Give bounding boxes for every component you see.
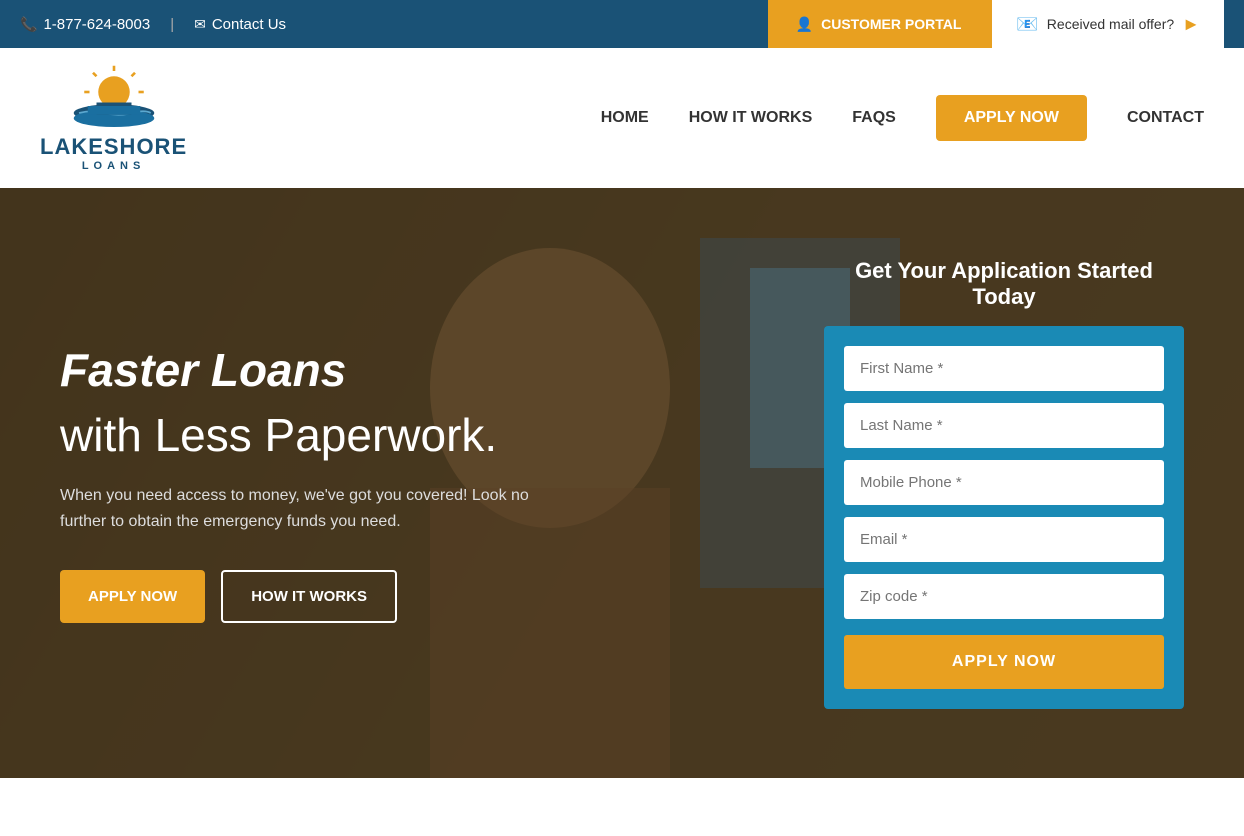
zip-code-input[interactable] <box>844 574 1164 619</box>
application-form: APPLY NOW <box>824 326 1184 709</box>
last-name-input[interactable] <box>844 403 1164 448</box>
top-bar-right: CUSTOMER PORTAL Received mail offer? ► <box>768 0 1224 48</box>
logo-title: LAKESHORE <box>40 134 187 160</box>
phone-number: 1-877-624-8003 <box>43 16 150 33</box>
arrow-icon: ► <box>1182 14 1200 35</box>
first-name-input[interactable] <box>844 346 1164 391</box>
top-bar-left: 1-877-624-8003 | Contact Us <box>20 16 286 33</box>
nav-contact[interactable]: CONTACT <box>1127 109 1204 127</box>
phone-link[interactable]: 1-877-624-8003 <box>20 16 150 33</box>
nav-links: HOME HOW IT WORKS FAQS APPLY NOW CONTACT <box>601 95 1204 141</box>
hero-subheadline: with Less Paperwork. <box>60 408 560 463</box>
nav-how-it-works[interactable]: HOW IT WORKS <box>689 109 813 127</box>
nav-home[interactable]: HOME <box>601 109 649 127</box>
user-icon <box>796 16 813 33</box>
hero-left: Faster Loans with Less Paperwork. When y… <box>60 343 560 624</box>
email-input[interactable] <box>844 517 1164 562</box>
top-bar: 1-877-624-8003 | Contact Us CUSTOMER POR… <box>0 0 1244 48</box>
customer-portal-label: CUSTOMER PORTAL <box>821 16 961 32</box>
logo-subtitle: LOANS <box>82 160 146 172</box>
hero-right: Get Your Application Started Today APPLY… <box>824 258 1184 709</box>
hero-headline: Faster Loans <box>60 343 560 398</box>
email-icon <box>194 16 206 33</box>
form-apply-button[interactable]: APPLY NOW <box>844 635 1164 689</box>
mail-envelope-icon <box>1016 14 1038 35</box>
form-title: Get Your Application Started Today <box>824 258 1184 310</box>
hero-buttons: APPLY NOW HOW IT WORKS <box>60 570 560 623</box>
phone-icon <box>20 16 37 33</box>
nav-faqs[interactable]: FAQS <box>852 109 896 127</box>
customer-portal-button[interactable]: CUSTOMER PORTAL <box>768 0 990 48</box>
hero-description: When you need access to money, we've got… <box>60 483 560 534</box>
divider: | <box>170 16 174 33</box>
mail-offer-button[interactable]: Received mail offer? ► <box>989 0 1224 48</box>
apply-now-nav-button[interactable]: APPLY NOW <box>936 95 1087 141</box>
contact-link[interactable]: Contact Us <box>194 16 286 33</box>
navbar: LAKESHORE LOANS HOME HOW IT WORKS FAQS A… <box>0 48 1244 188</box>
hero-apply-button[interactable]: APPLY NOW <box>60 570 205 623</box>
logo-svg <box>69 64 159 134</box>
hero-how-button[interactable]: HOW IT WORKS <box>221 570 397 623</box>
logo-container: LAKESHORE LOANS <box>40 64 187 172</box>
mobile-phone-input[interactable] <box>844 460 1164 505</box>
mail-offer-label: Received mail offer? <box>1047 16 1174 32</box>
contact-label: Contact Us <box>212 16 286 33</box>
hero-section: Faster Loans with Less Paperwork. When y… <box>0 188 1244 778</box>
